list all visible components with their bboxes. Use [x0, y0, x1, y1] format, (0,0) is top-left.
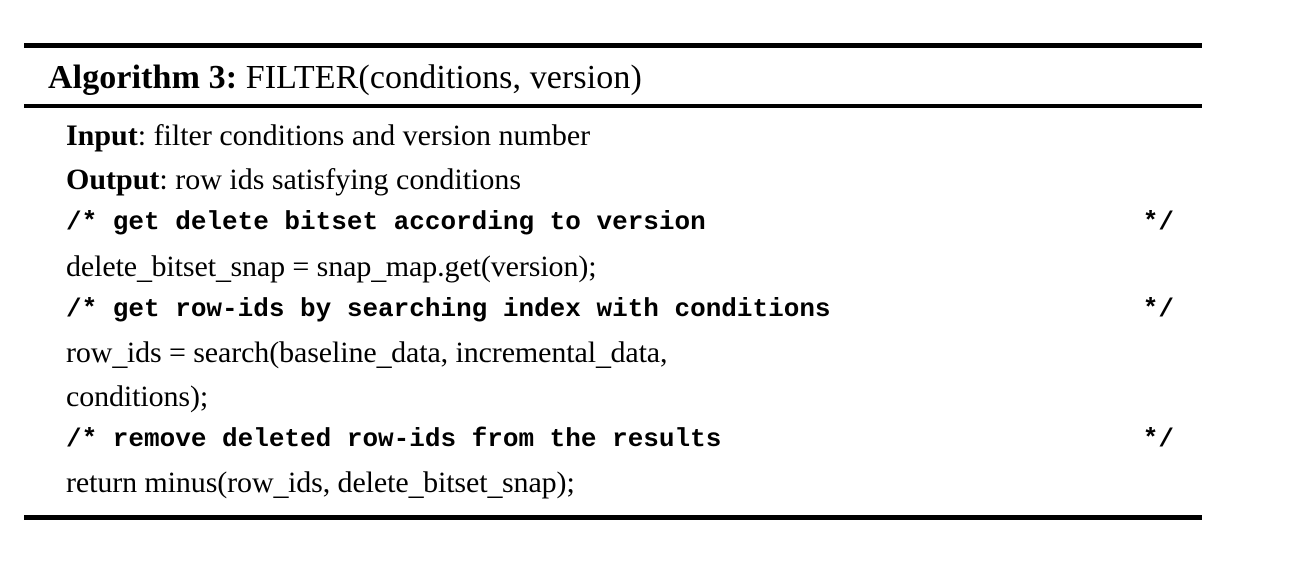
- comment-line: /* remove deleted row-ids from the resul…: [24, 418, 1202, 461]
- comment-line: /* get row-ids by searching index with c…: [24, 288, 1202, 331]
- code-text: delete_bitset_snap = snap_map.get(versio…: [66, 250, 597, 285]
- comment-text: /* remove deleted row-ids from the resul…: [66, 424, 722, 454]
- comment-close-marker: */: [1142, 424, 1174, 454]
- output-separator: :: [159, 162, 176, 196]
- code-text: row_ids = search(baseline_data, incremen…: [66, 336, 668, 371]
- comment-line: /* get delete bitset according to versio…: [24, 201, 1202, 244]
- underscore-glyph: _: [487, 468, 502, 502]
- algorithm-body: Input: filter conditions and version num…: [24, 108, 1202, 514]
- code-line-return: return minus(row_ids, delete_bitset_snap…: [24, 461, 1202, 504]
- underscore-glyph: _: [112, 338, 127, 372]
- underscore-glyph: _: [371, 251, 386, 285]
- input-line: Input: filter conditions and version num…: [24, 114, 1202, 157]
- comment-text: /* get row-ids by searching index with c…: [66, 293, 831, 324]
- underscore-glyph: _: [215, 251, 231, 285]
- code-text: conditions);: [66, 379, 209, 413]
- algorithm-number-label: Algorithm 3:: [48, 59, 238, 96]
- input-text: filter conditions and version number: [153, 119, 591, 153]
- algorithm-title: Algorithm 3: FILTER(conditions, version): [24, 48, 1202, 104]
- underscore-glyph: _: [376, 338, 392, 372]
- output-text: row ids satisfying conditions: [175, 162, 522, 196]
- comment-close-marker: */: [1142, 293, 1174, 324]
- underscore-glyph: _: [273, 468, 289, 502]
- code-line: delete_bitset_snap = snap_map.get(versio…: [24, 245, 1202, 288]
- underscore-glyph: _: [137, 251, 152, 285]
- bottom-rule: [24, 514, 1202, 520]
- comment-close-marker: */: [1142, 207, 1174, 238]
- underscore-glyph: _: [595, 338, 611, 372]
- algorithm-block: Algorithm 3: FILTER(conditions, version)…: [24, 43, 1202, 520]
- code-line-continuation: conditions);: [24, 375, 1202, 418]
- comment-text: /* get delete bitset according to versio…: [66, 207, 706, 238]
- input-separator: :: [137, 119, 154, 153]
- code-line: row_ids = search(baseline_data, incremen…: [24, 331, 1202, 374]
- algorithm-signature: FILTER(conditions, version): [245, 59, 642, 96]
- input-keyword: Input: [66, 119, 138, 153]
- output-keyword: Output: [66, 162, 160, 196]
- code-text: return minus(row_ids, delete_bitset_snap…: [66, 466, 575, 501]
- output-line: Output: row ids satisfying conditions: [24, 158, 1202, 201]
- underscore-glyph: _: [408, 468, 424, 502]
